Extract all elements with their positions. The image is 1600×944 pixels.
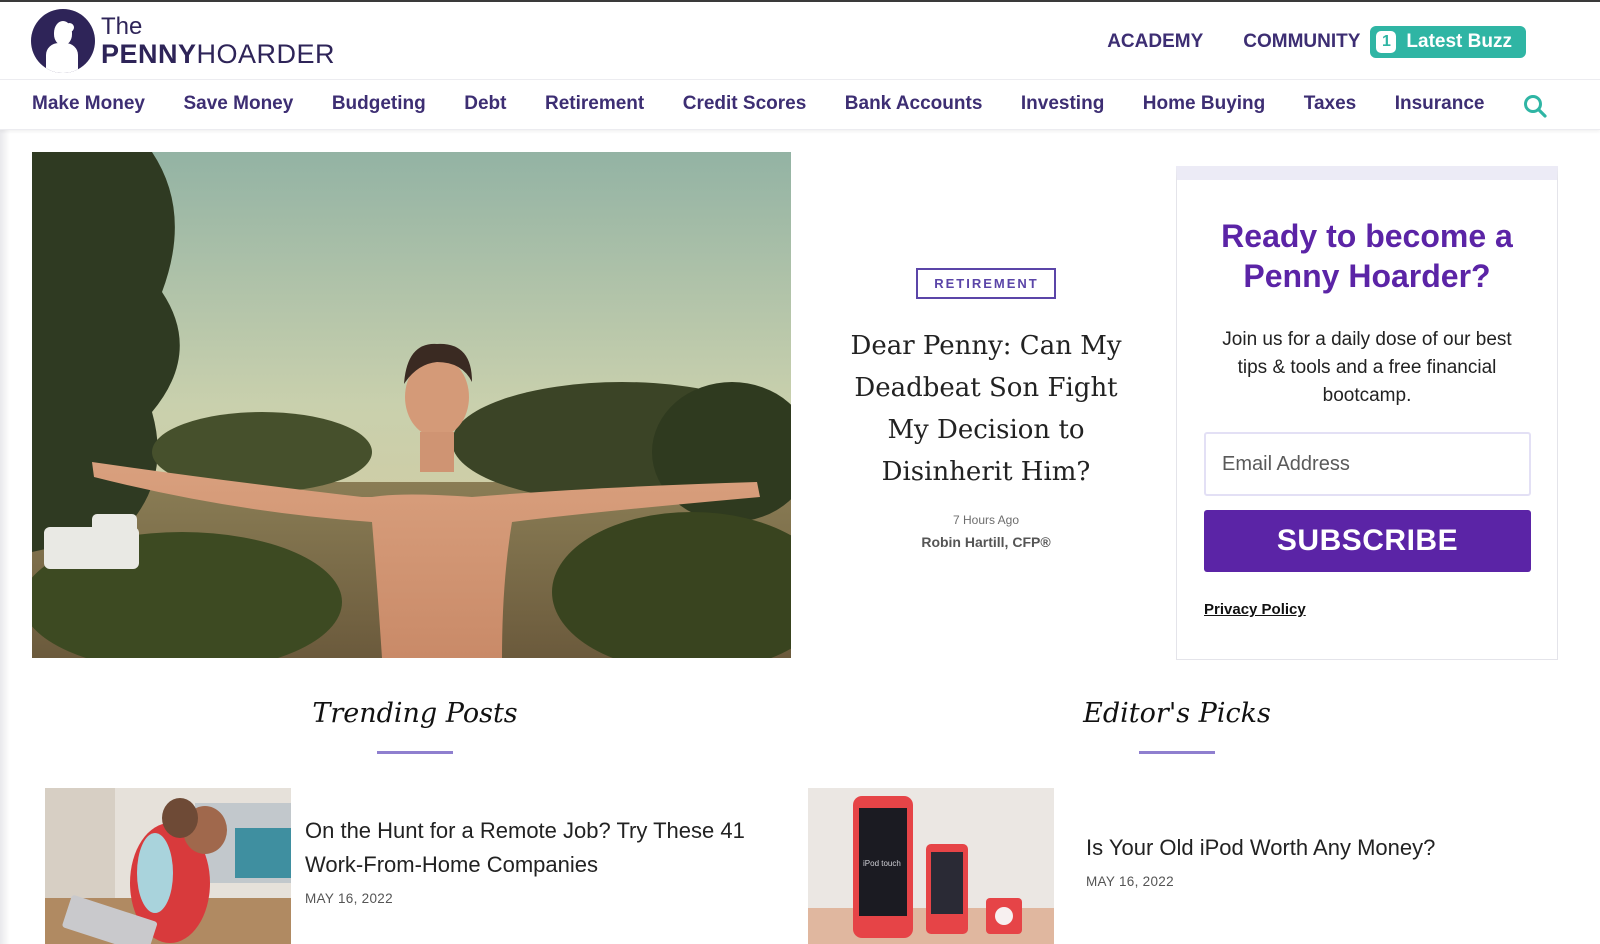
buzz-label: Latest Buzz (1406, 31, 1512, 52)
nav-item-save-money[interactable]: Save Money (183, 93, 293, 115)
editors-divider (1139, 751, 1215, 754)
logo-penny: PENNY (101, 38, 197, 69)
featured-author[interactable]: Robin Hartill, CFP® (830, 534, 1142, 550)
site-header: The PENNYHOARDER ACADEMY COMMUNITY 1 Lat… (0, 0, 1600, 80)
editors-thumbnail[interactable]: iPod touch (808, 788, 1054, 944)
nav-item-credit-scores[interactable]: Credit Scores (683, 93, 807, 115)
nav-item-home-buying[interactable]: Home Buying (1143, 93, 1265, 115)
ipod-photo: iPod touch (808, 788, 1054, 944)
category-badge[interactable]: RETIREMENT (916, 268, 1056, 299)
editors-title: Editor's Picks (1083, 698, 1271, 729)
nav-item-debt[interactable]: Debt (464, 93, 506, 115)
featured-article: RETIREMENT Dear Penny: Can My Deadbeat S… (830, 268, 1142, 550)
nav-item-insurance[interactable]: Insurance (1395, 93, 1485, 115)
email-field[interactable] (1204, 432, 1531, 496)
site-logo[interactable]: The PENNYHOARDER (31, 9, 335, 73)
nav-item-taxes[interactable]: Taxes (1304, 93, 1356, 115)
featured-image[interactable] (32, 152, 791, 658)
main-nav: Make Money Save Money Budgeting Debt Ret… (0, 80, 1600, 130)
latest-buzz-button[interactable]: 1 Latest Buzz (1370, 26, 1526, 58)
nav-item-bank-accounts[interactable]: Bank Accounts (845, 93, 983, 115)
trending-article[interactable]: On the Hunt for a Remote Job? Try These … (45, 788, 785, 944)
subscribe-button[interactable]: SUBSCRIBE (1204, 510, 1531, 572)
buzz-count-badge: 1 (1376, 31, 1397, 53)
subscribe-description: Join us for a daily dose of our best tip… (1222, 329, 1512, 406)
logo-the: The (101, 12, 143, 40)
search-icon[interactable] (1522, 93, 1548, 119)
subscribe-box: Ready to become a Penny Hoarder? Join us… (1176, 166, 1558, 660)
privacy-policy-link[interactable]: Privacy Policy (1204, 601, 1306, 618)
nav-item-make-money[interactable]: Make Money (32, 93, 145, 115)
logo-hoarder: HOARDER (196, 38, 336, 69)
editors-article[interactable]: iPod touch Is Your Old iPod Worth Any Mo… (808, 788, 1526, 944)
editors-picks-heading: Editor's Picks (1062, 698, 1292, 754)
trending-divider (377, 751, 453, 754)
nav-item-investing[interactable]: Investing (1021, 93, 1104, 115)
editors-article-text: Is Your Old iPod Worth Any Money? MAY 16… (1086, 788, 1526, 944)
penny-silhouette-icon (31, 9, 95, 73)
ipod-screen-label: iPod touch (863, 859, 901, 868)
trending-posts-heading: Trending Posts (300, 698, 530, 754)
featured-timestamp: 7 Hours Ago (952, 513, 1020, 527)
trending-thumbnail[interactable] (45, 788, 291, 944)
trending-article-text: On the Hunt for a Remote Job? Try These … (305, 788, 785, 944)
editors-article-date: MAY 16, 2022 (1086, 874, 1174, 889)
trending-title: Trending Posts (312, 698, 518, 729)
featured-title[interactable]: Dear Penny: Can My Deadbeat Son Fight My… (830, 325, 1142, 493)
academy-link[interactable]: ACADEMY (1107, 31, 1203, 53)
featured-photo (32, 152, 791, 658)
top-links: ACADEMY COMMUNITY 1 Latest Buzz (1067, 26, 1526, 58)
nav-items: Make Money Save Money Budgeting Debt Ret… (32, 93, 1523, 115)
page-gutter (0, 0, 10, 944)
remote-work-photo (45, 788, 291, 944)
community-link[interactable]: COMMUNITY (1243, 31, 1360, 53)
logo-wordmark: The PENNYHOARDER (101, 12, 336, 69)
subscribe-title: Ready to become a Penny Hoarder? (1221, 218, 1513, 294)
trending-article-date: MAY 16, 2022 (305, 891, 393, 906)
nav-item-retirement[interactable]: Retirement (545, 93, 644, 115)
nav-item-budgeting[interactable]: Budgeting (332, 93, 426, 115)
editors-article-title[interactable]: Is Your Old iPod Worth Any Money? (1086, 831, 1526, 865)
trending-article-title[interactable]: On the Hunt for a Remote Job? Try These … (305, 814, 785, 882)
